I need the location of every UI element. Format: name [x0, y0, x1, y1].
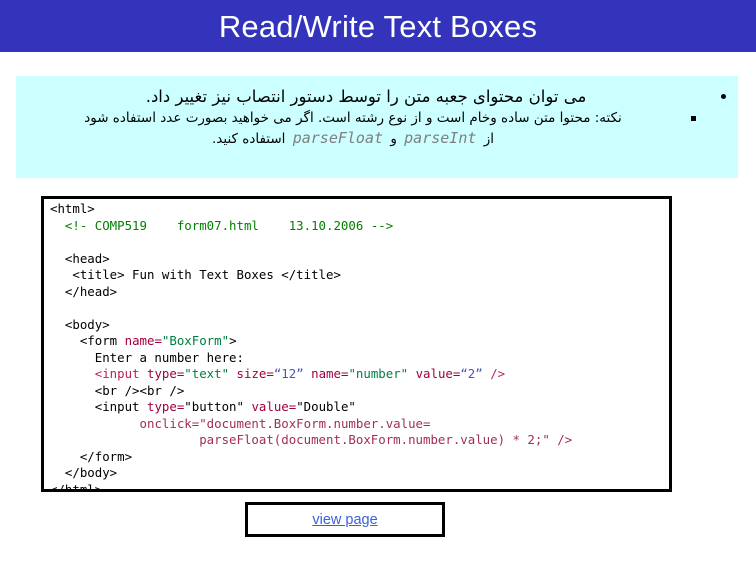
note-bullet-1-text: می توان محتوای جعبه متن را توسط دستور ان… — [145, 87, 587, 106]
code-token: /> — [482, 366, 506, 381]
code-token: “12” — [273, 366, 304, 381]
code-token: <input — [94, 366, 147, 381]
view-page-link[interactable]: view page — [312, 512, 377, 528]
code-token: "text" — [184, 366, 230, 381]
code-listing-box: <html> <!- COMP519 form07.html 13.10.200… — [41, 196, 672, 492]
square-bullet-icon — [691, 116, 696, 121]
code-token: name= — [124, 333, 162, 348]
note-bullet-1: می توان محتوای جعبه متن را توسط دستور ان… — [22, 80, 732, 106]
code-token: </body> — [50, 465, 118, 480]
page-title: Read/Write Text Boxes — [218, 8, 538, 44]
code-token: <!- COMP519 form07.html 13.10.2006 --> — [64, 217, 394, 233]
code-token: value= — [408, 366, 461, 381]
code-token: “2” — [460, 366, 483, 381]
code-token: </html> — [50, 481, 103, 492]
code-token: <form — [50, 333, 125, 348]
note-bullet-3-prefix: از — [483, 131, 494, 147]
note-bullet-3: از parseInt و parseFloat استفاده کنید. — [22, 126, 732, 147]
view-page-box[interactable]: view page — [245, 502, 445, 537]
code-token: <head> — [50, 250, 110, 266]
code-token: type= — [146, 366, 185, 381]
code-token: <input — [50, 399, 147, 414]
note-bullet-3-conjunction: و — [390, 131, 397, 147]
disc-bullet-icon — [721, 94, 726, 99]
code-token: "number" — [348, 366, 409, 381]
note-panel: می توان محتوای جعبه متن را توسط دستور ان… — [16, 76, 738, 178]
code-token: size= — [229, 366, 274, 381]
code-token: <html> — [50, 201, 95, 216]
code-token: <br /><br /> — [50, 382, 185, 398]
parse-int-code-literal: parseInt — [404, 129, 477, 147]
code-token: > — [229, 333, 237, 348]
code-token: <body> — [50, 316, 110, 332]
note-bullet-2-text: نکته: محتوا متن ساده وخام است و از نوع ر… — [84, 110, 622, 126]
code-token: </head> — [50, 283, 118, 299]
slide-title-banner: Read/Write Text Boxes — [0, 0, 756, 52]
code-token: "BoxForm" — [161, 333, 230, 348]
parse-float-code-literal: parseFloat — [292, 129, 384, 147]
code-token: parseFloat(document.BoxForm.number.value… — [199, 432, 573, 447]
note-bullet-3-suffix: استفاده کنید. — [212, 131, 286, 147]
code-token: Enter a number here: — [50, 349, 244, 365]
code-token: <title> Fun with Text Boxes </title> — [50, 267, 341, 282]
code-token: value= — [243, 399, 297, 414]
code-token: </form> — [50, 448, 133, 464]
code-token: onclick="document.BoxForm.number.value= — [139, 415, 431, 431]
code-token: "button" — [184, 399, 244, 414]
code-token: name= — [303, 366, 349, 381]
code-token: "Double" — [296, 399, 356, 414]
code-token: type= — [146, 399, 185, 414]
code-listing: <html> <!- COMP519 form07.html 13.10.200… — [50, 201, 669, 492]
note-bullet-2: نکته: محتوا متن ساده وخام است و از نوع ر… — [22, 106, 732, 126]
